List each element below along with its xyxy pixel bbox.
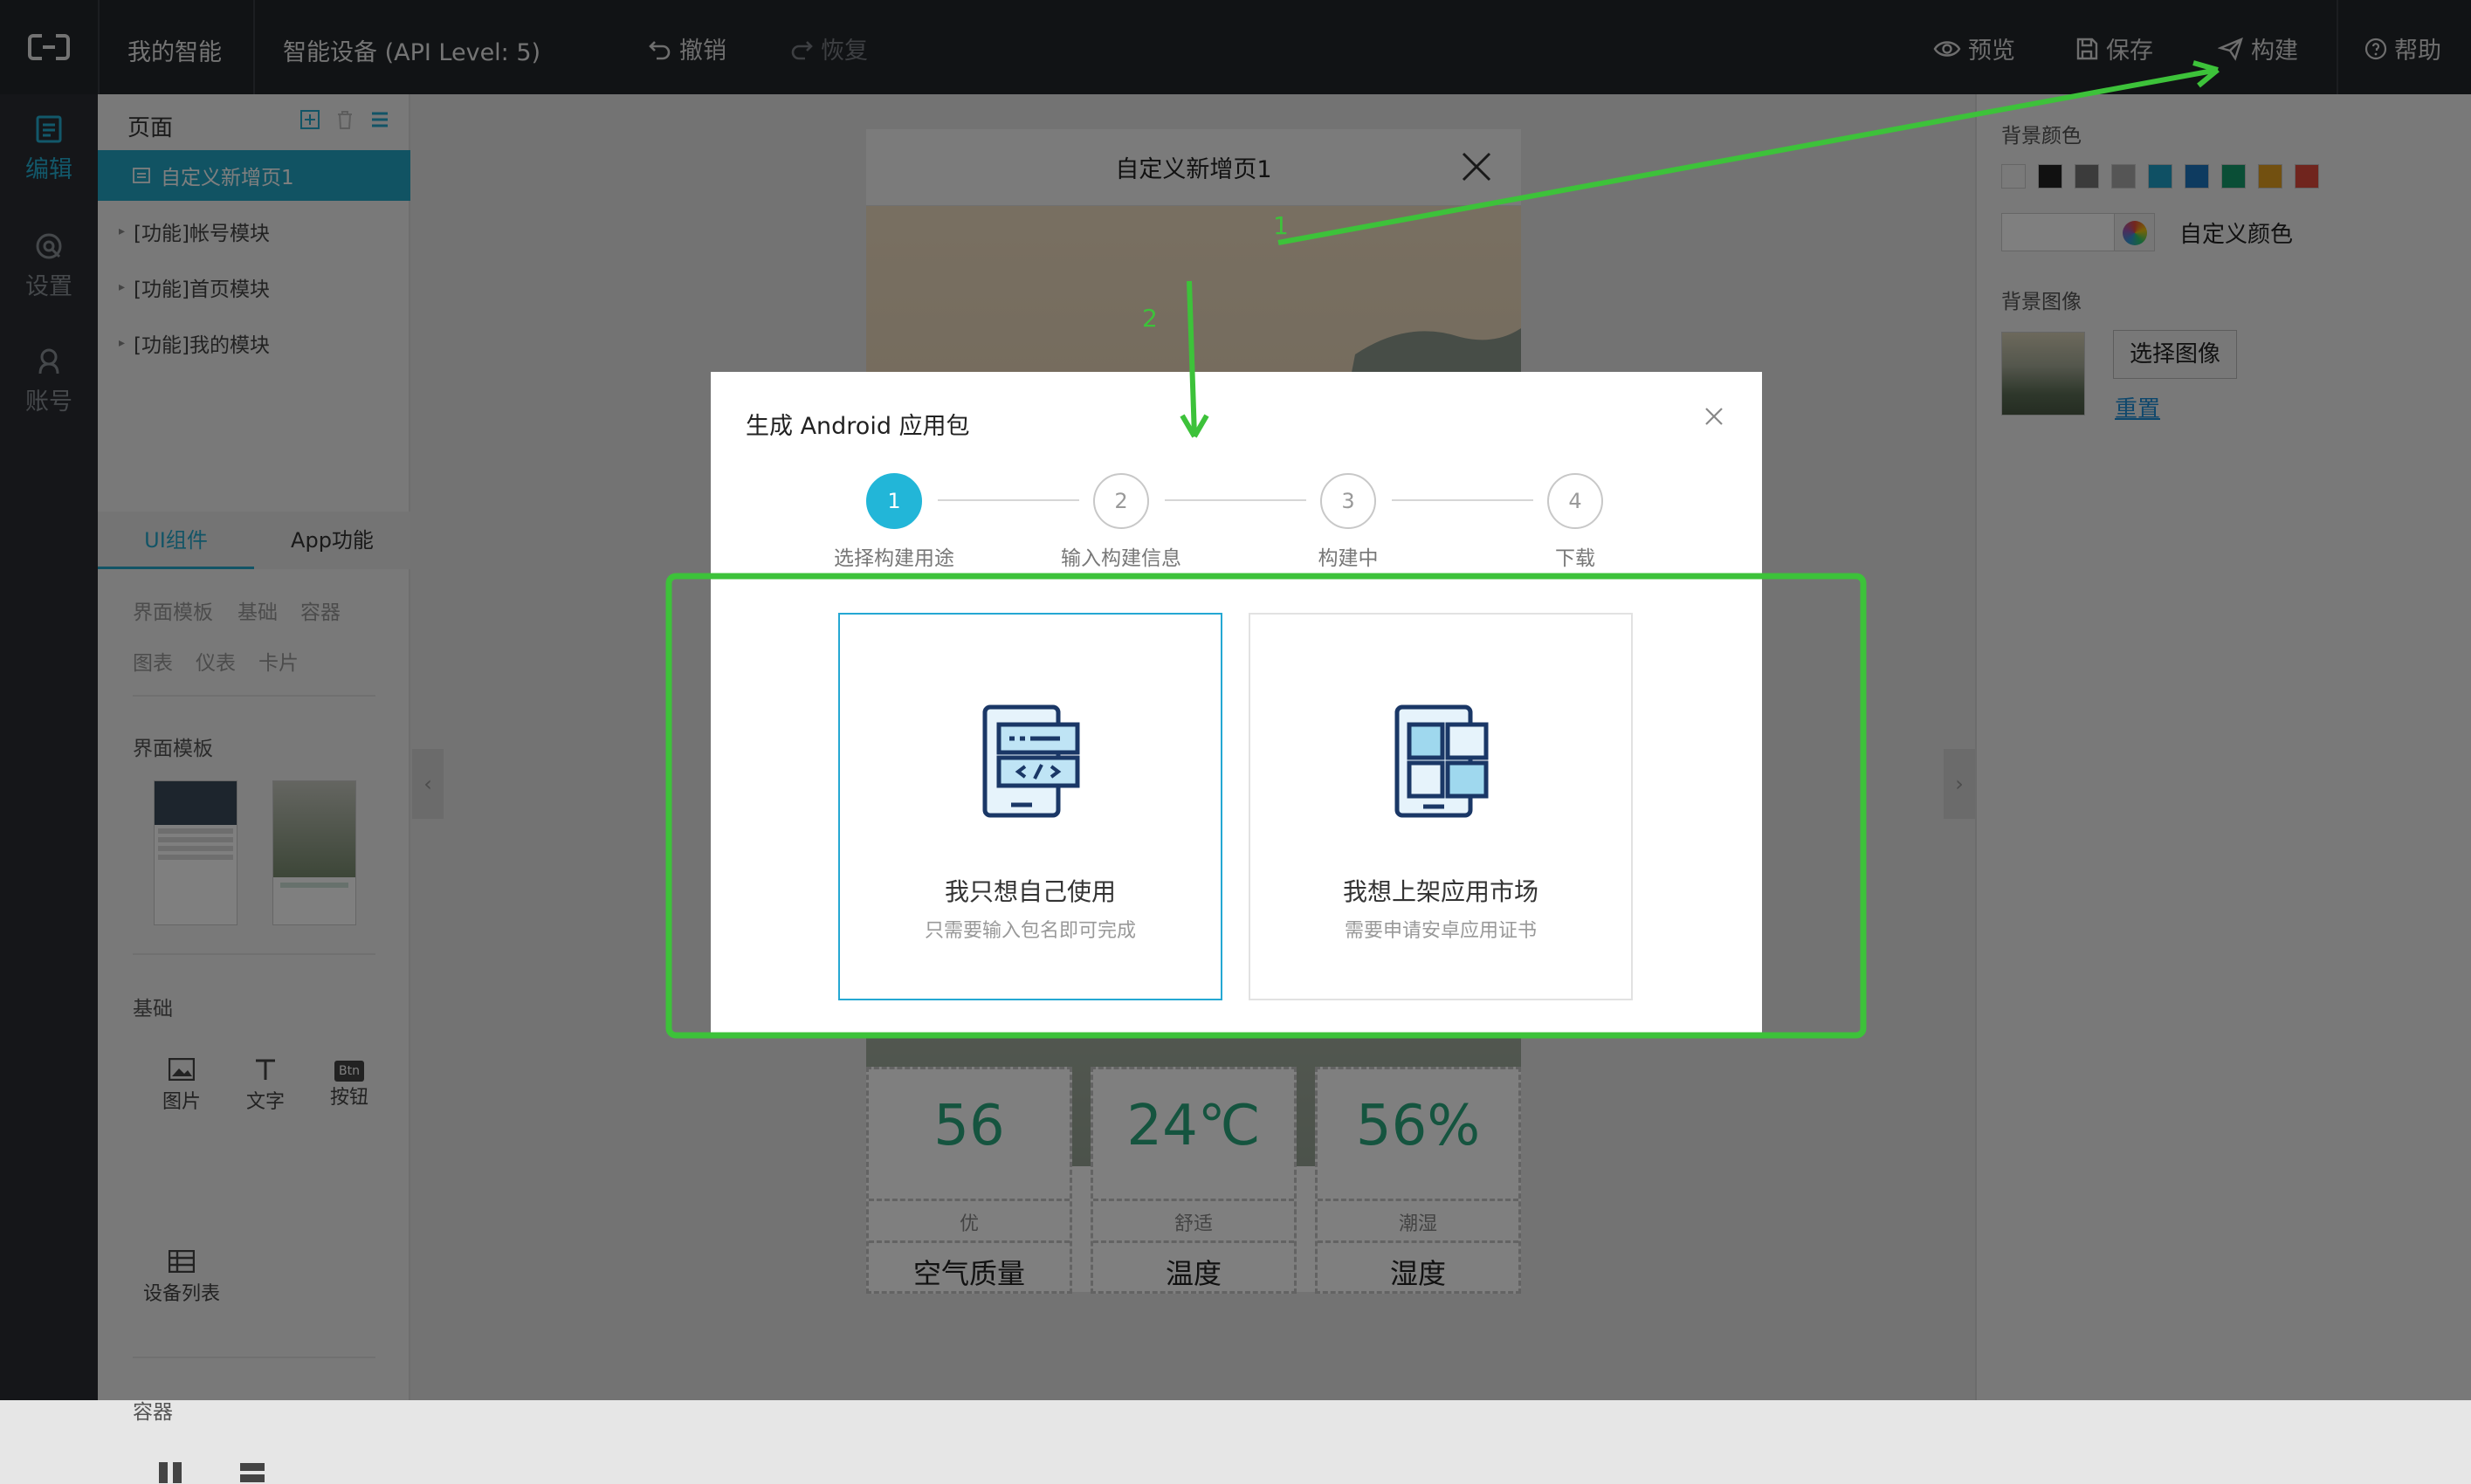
step-2-indicator: 2 [1093,473,1149,529]
step-connector [938,499,1079,501]
step-3-label: 构建中 [1318,547,1379,570]
option-desc: 只需要输入包名即可完成 [924,920,1136,942]
step-1-label: 选择构建用途 [834,547,954,570]
step-connector [1392,499,1533,501]
option-app-store[interactable]: 我想上架应用市场 需要申请安卓应用证书 [1249,613,1633,1000]
column-layout-icon[interactable] [157,1461,183,1484]
step-2-label: 输入构建信息 [1061,547,1181,570]
dialog-title: 生成 Android 应用包 [746,413,970,440]
option-desc: 需要申请安卓应用证书 [1344,920,1537,942]
step-4-indicator: 4 [1547,473,1603,529]
step-4-label: 下载 [1555,547,1595,570]
step-1-indicator: 1 [866,473,922,529]
app-grid-device-icon [1394,704,1489,818]
dialog-close-icon[interactable] [1704,407,1724,426]
option-personal-use[interactable]: 我只想自己使用 只需要输入包名即可完成 [838,613,1222,1000]
option-title: 我只想自己使用 [944,877,1116,906]
code-device-icon [982,704,1080,818]
option-title: 我想上架应用市场 [1342,877,1538,906]
row-layout-icon[interactable] [239,1461,265,1484]
step-3-indicator: 3 [1320,473,1376,529]
step-connector [1165,499,1306,501]
